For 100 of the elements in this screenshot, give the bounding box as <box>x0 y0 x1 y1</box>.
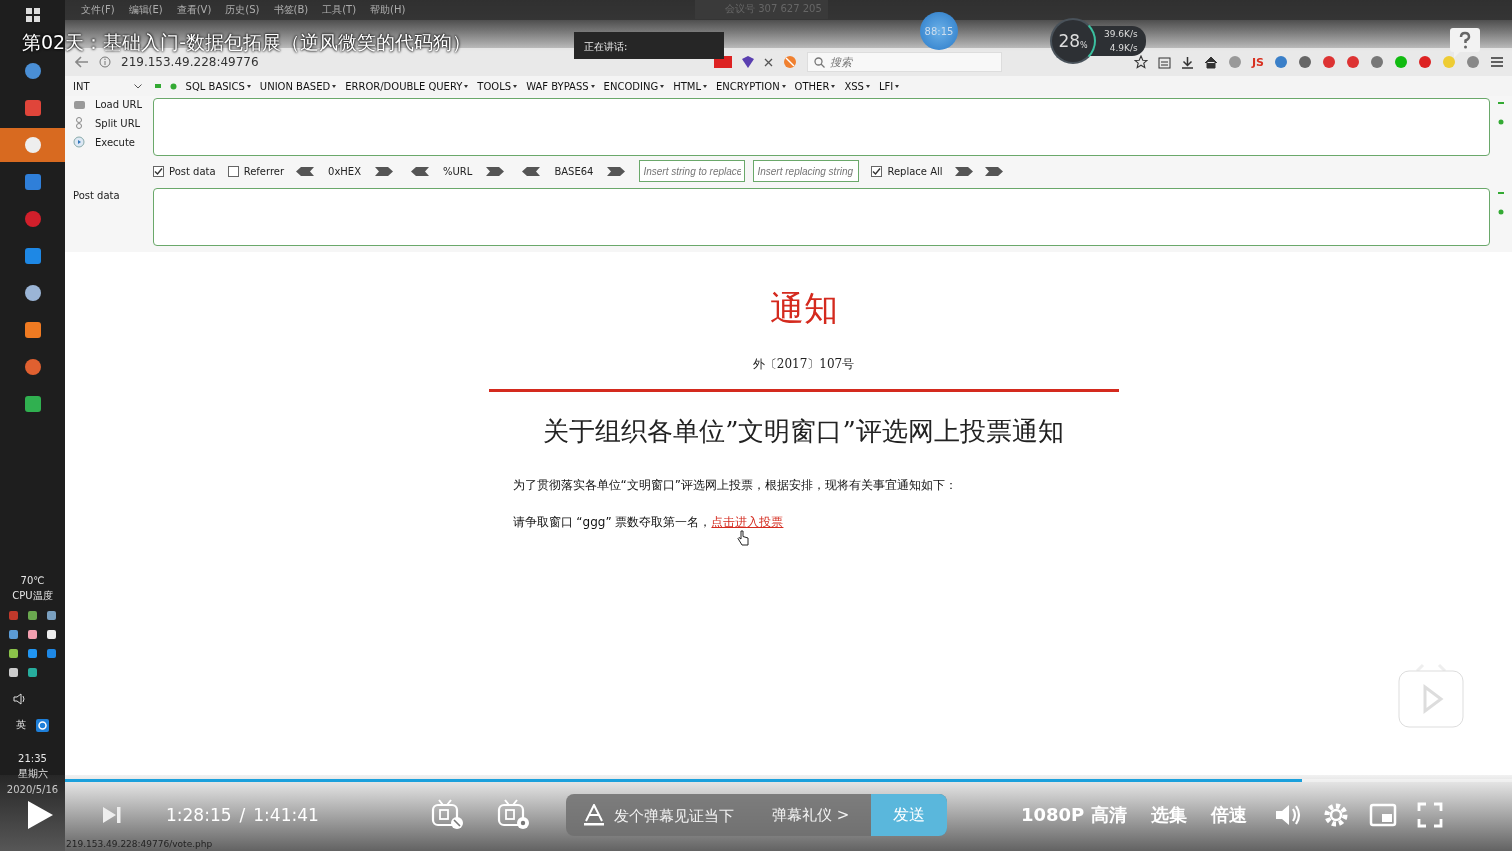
speaking-popup: 正在讲话: <box>574 32 724 59</box>
tray-icon[interactable] <box>27 629 38 640</box>
dot-icon <box>169 82 177 90</box>
play-icon[interactable] <box>26 800 54 830</box>
hackbar-menu[interactable]: SQL BASICS <box>185 80 251 92</box>
checkbox[interactable] <box>227 165 239 177</box>
app-icon[interactable] <box>23 284 42 302</box>
play-tile-icon[interactable] <box>1397 663 1465 729</box>
fullscreen-window-icon[interactable] <box>1368 803 1397 827</box>
extension-icon[interactable] <box>1274 55 1288 69</box>
right-arrow-icon[interactable] <box>486 166 505 176</box>
close-icon[interactable] <box>764 57 773 67</box>
extension-icon[interactable] <box>1322 55 1336 69</box>
download-icon[interactable] <box>1181 55 1194 69</box>
check-icon <box>872 166 882 176</box>
right-arrow-icon[interactable] <box>607 166 626 176</box>
home-icon[interactable] <box>1204 55 1218 69</box>
checkbox-label: Replace All <box>887 165 943 177</box>
text-style-icon[interactable] <box>584 804 604 826</box>
extension-icon[interactable] <box>1466 55 1480 69</box>
extension-icon[interactable] <box>1346 55 1360 69</box>
replace-field[interactable]: Insert string to replace <box>639 160 746 182</box>
menu-icon[interactable] <box>1490 56 1504 68</box>
caret-icon <box>865 84 870 88</box>
right-arrow-icon[interactable] <box>375 166 394 176</box>
tray-icon[interactable] <box>27 610 38 621</box>
tray-icon[interactable] <box>46 629 57 640</box>
volume-icon[interactable] <box>1274 803 1303 827</box>
fullscreen-icon[interactable] <box>1416 802 1443 828</box>
select-dropdown[interactable]: INT <box>73 80 142 92</box>
help-icon[interactable] <box>1450 28 1480 58</box>
download-speed: 4.9K/s <box>1109 43 1138 53</box>
vote-link[interactable]: 点击进入投票 <box>711 514 784 531</box>
hackbar-action[interactable]: Execute <box>73 136 151 148</box>
hackbar-menu[interactable]: ENCODING <box>603 80 665 92</box>
left-arrow-icon[interactable] <box>296 166 315 176</box>
next-icon[interactable] <box>102 806 122 824</box>
hackbar-menu[interactable]: OTHER <box>794 80 836 92</box>
back-icon[interactable] <box>75 56 89 68</box>
app-icon[interactable] <box>23 321 42 339</box>
ime-indicator[interactable]: 英 <box>16 718 26 732</box>
tray-icon[interactable] <box>8 629 19 640</box>
hackbar-menu[interactable]: HTML <box>673 80 707 92</box>
hackbar-action[interactable]: Load URL <box>73 98 151 110</box>
star-icon[interactable] <box>1134 55 1148 69</box>
left-arrow-icon[interactable] <box>411 166 430 176</box>
action-icon <box>73 136 85 148</box>
danmaku-input[interactable]: 发个弹幕见证当下 弹幕礼仪 > 发送 <box>566 794 947 836</box>
tray-icon[interactable] <box>8 667 19 678</box>
danmaku-etiquette-link[interactable]: 弹幕礼仪 > <box>772 805 850 825</box>
extension-icon[interactable] <box>1370 55 1384 69</box>
chevron-icon <box>133 83 142 89</box>
total-time: 1:41:41 <box>253 805 319 825</box>
address-text[interactable]: 219.153.49.228:49776 <box>121 55 259 69</box>
windows-icon[interactable] <box>25 8 40 22</box>
hackbar-menu[interactable]: XSS <box>844 80 870 92</box>
danmaku-off-icon[interactable] <box>431 799 465 831</box>
blocked-icon[interactable] <box>783 55 797 69</box>
left-arrow-icon[interactable] <box>522 166 541 176</box>
tray-icon[interactable] <box>27 667 38 678</box>
tray-icon[interactable] <box>8 648 19 659</box>
extension-icon[interactable] <box>1418 55 1432 69</box>
replace-field[interactable]: Insert replacing string <box>753 160 860 182</box>
checkbox[interactable] <box>153 165 164 177</box>
url-input[interactable] <box>153 98 1490 156</box>
menu-item[interactable]: 帮助(H) <box>370 3 406 17</box>
load-unit: % <box>1080 40 1088 50</box>
menu-item[interactable]: 历史(S) <box>225 3 260 17</box>
app-icon[interactable] <box>36 718 49 732</box>
hackbar-menu[interactable]: TOOLS <box>477 80 518 92</box>
menu-item[interactable]: 编辑(E) <box>128 3 163 17</box>
tray-icon[interactable] <box>46 610 57 621</box>
clock-date: 2020/5/16 <box>6 784 59 795</box>
menu-item[interactable]: 工具(T) <box>322 3 357 17</box>
js-label[interactable]: JS <box>1252 55 1264 69</box>
right-arrow-icon[interactable] <box>954 166 973 176</box>
app-icon[interactable] <box>23 395 42 413</box>
settings-icon[interactable] <box>1322 802 1349 828</box>
info-icon[interactable] <box>99 56 111 68</box>
extension-icon[interactable] <box>1298 55 1312 69</box>
hand-cursor-icon <box>737 530 750 546</box>
checkbox[interactable] <box>871 165 883 177</box>
status-url: 219.153.49.228:49776/vote.php <box>66 839 213 849</box>
shield-icon[interactable] <box>742 56 754 68</box>
danmaku-settings-icon[interactable] <box>497 799 531 831</box>
speaker-icon[interactable] <box>12 693 27 705</box>
hackbar-menu[interactable]: ERROR/DOUBLE QUERY <box>345 80 469 92</box>
clipboard-icon[interactable] <box>1158 55 1171 69</box>
hackbar-menu[interactable]: ENCRYPTION <box>715 80 786 92</box>
search-field[interactable]: 搜索 <box>807 52 1002 72</box>
hackbar-menu[interactable]: WAF BYPASS <box>526 80 595 92</box>
menu-item[interactable]: 查看(V) <box>176 3 212 17</box>
hackbar-menu[interactable]: LFI <box>878 80 900 92</box>
hackbar-action[interactable]: Split URL <box>73 117 151 129</box>
right-arrow-icon[interactable] <box>984 166 1003 176</box>
menu-item[interactable]: 文件(F) <box>81 3 115 17</box>
menu-item[interactable]: 书签(B) <box>273 3 309 17</box>
current-time: 1:28:15 <box>166 805 232 825</box>
post-data-input[interactable] <box>153 188 1490 246</box>
hackbar-menu[interactable]: UNION BASED <box>259 80 337 92</box>
